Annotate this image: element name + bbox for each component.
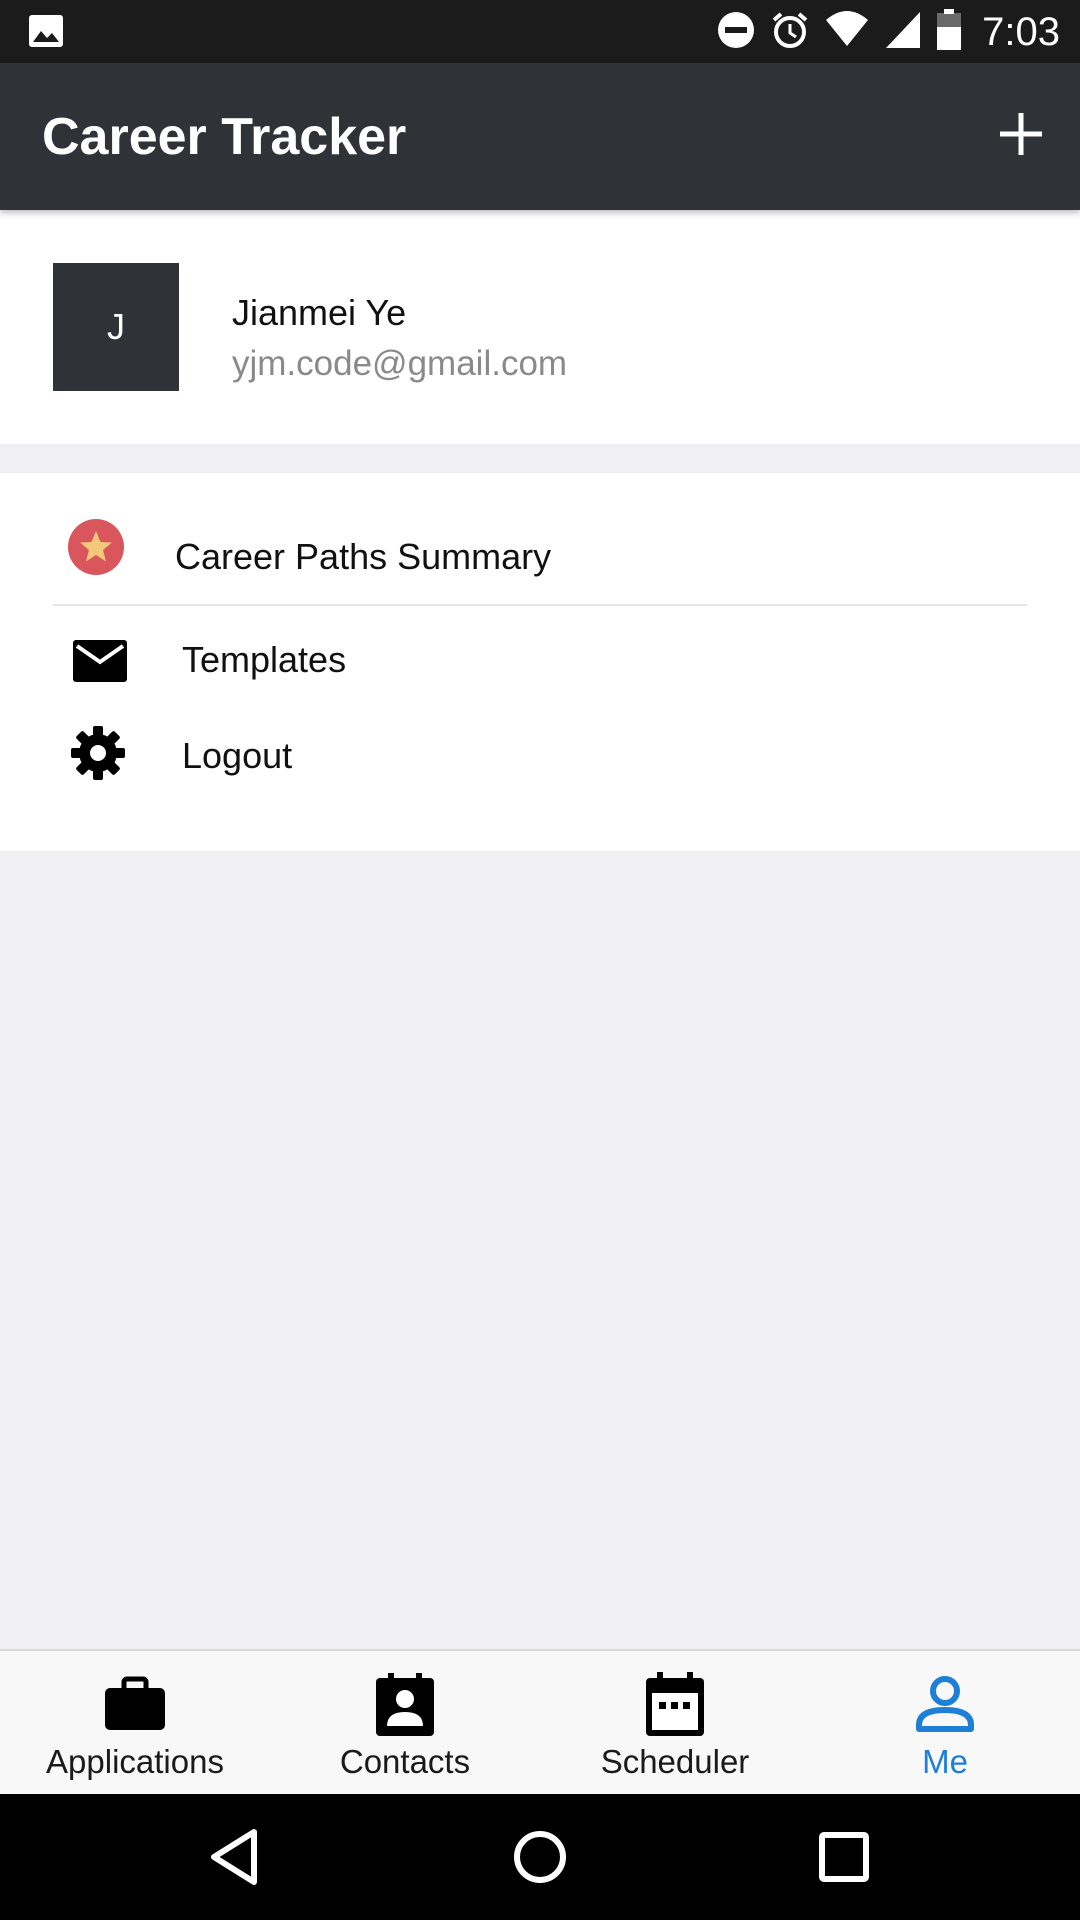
menu-item-logout[interactable]: Logout — [0, 719, 1080, 819]
gear-icon — [66, 721, 130, 785]
system-nav-bar — [0, 1794, 1080, 1920]
status-bar: 7:03 — [0, 0, 1080, 63]
menu-item-label: Templates — [182, 639, 347, 680]
profile-name: Jianmei Ye — [232, 292, 407, 333]
tab-applications[interactable]: Applications — [0, 1651, 270, 1794]
menu-item-templates[interactable]: Templates — [0, 621, 1080, 721]
tab-scheduler[interactable]: Scheduler — [540, 1651, 810, 1794]
app-title: Career Tracker — [42, 108, 407, 166]
tab-label: Applications — [46, 1743, 224, 1780]
tab-me[interactable]: Me — [810, 1651, 1080, 1794]
person-icon — [910, 1669, 980, 1739]
tab-label: Contacts — [339, 1743, 471, 1780]
signal-icon — [884, 10, 922, 55]
menu-item-career-paths-summary[interactable]: Career Paths Summary — [0, 506, 1080, 606]
briefcase-icon — [100, 1669, 170, 1739]
profile-card[interactable]: J Jianmei Ye yjm.code@gmail.com — [0, 210, 1080, 444]
bottom-nav: Applications Contacts Scheduler Me — [0, 1649, 1080, 1794]
avatar: J — [53, 263, 179, 391]
clock: 7:03 — [982, 9, 1060, 54]
app-bar: Career Tracker — [0, 63, 1080, 210]
settings-menu: Career Paths Summary Templates Logout — [0, 473, 1080, 851]
add-button[interactable] — [990, 103, 1052, 165]
divider — [53, 604, 1027, 606]
back-icon[interactable] — [200, 1822, 270, 1892]
dnd-icon — [716, 10, 756, 55]
tab-contacts[interactable]: Contacts — [270, 1651, 540, 1794]
wifi-icon — [824, 10, 870, 55]
home-icon[interactable] — [505, 1822, 575, 1892]
profile-email: yjm.code@gmail.com — [232, 344, 568, 383]
alarm-icon — [770, 10, 810, 55]
calendar-icon — [640, 1669, 710, 1739]
menu-item-label: Career Paths Summary — [175, 536, 552, 577]
battery-icon — [936, 8, 962, 56]
contact-card-icon — [370, 1669, 440, 1739]
star-badge-icon — [64, 515, 128, 579]
image-icon — [28, 14, 64, 48]
plus-icon — [1000, 113, 1042, 155]
tab-label: Scheduler — [600, 1743, 750, 1780]
recents-icon[interactable] — [809, 1822, 879, 1892]
mail-icon — [68, 629, 132, 693]
menu-item-label: Logout — [182, 735, 293, 776]
tab-label: Me — [922, 1743, 968, 1780]
